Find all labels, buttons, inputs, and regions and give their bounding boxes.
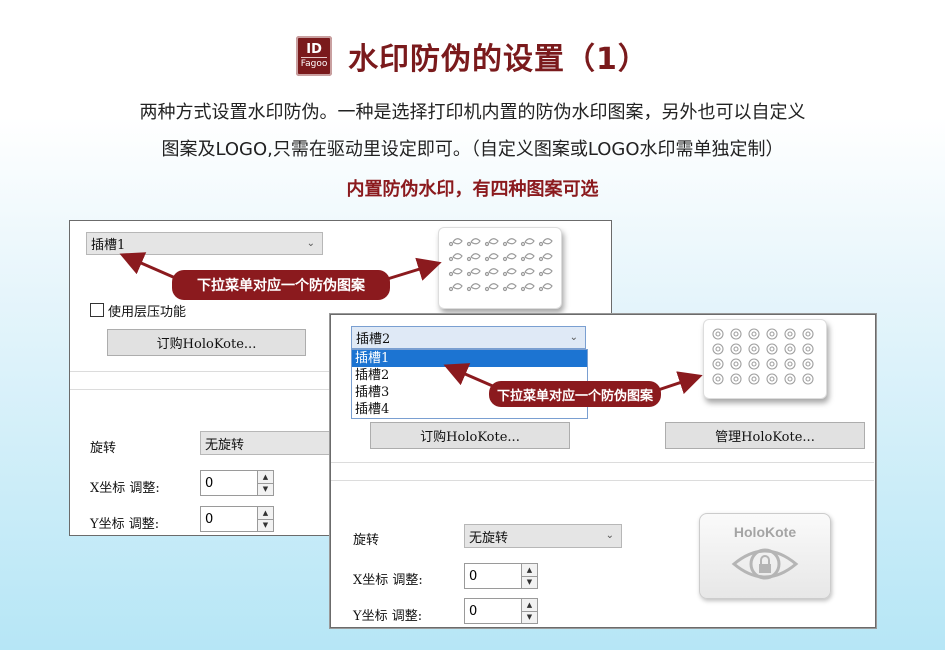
callout-arrow xyxy=(654,371,703,395)
callout-arrow xyxy=(383,257,442,282)
callout-arrow xyxy=(443,363,496,389)
callout-arrows xyxy=(119,252,703,395)
callout-label: 下拉菜单对应一个防伪图案 xyxy=(172,270,390,300)
callout-label: 下拉菜单对应一个防伪图案 xyxy=(489,381,661,407)
callout-arrow xyxy=(119,252,181,282)
